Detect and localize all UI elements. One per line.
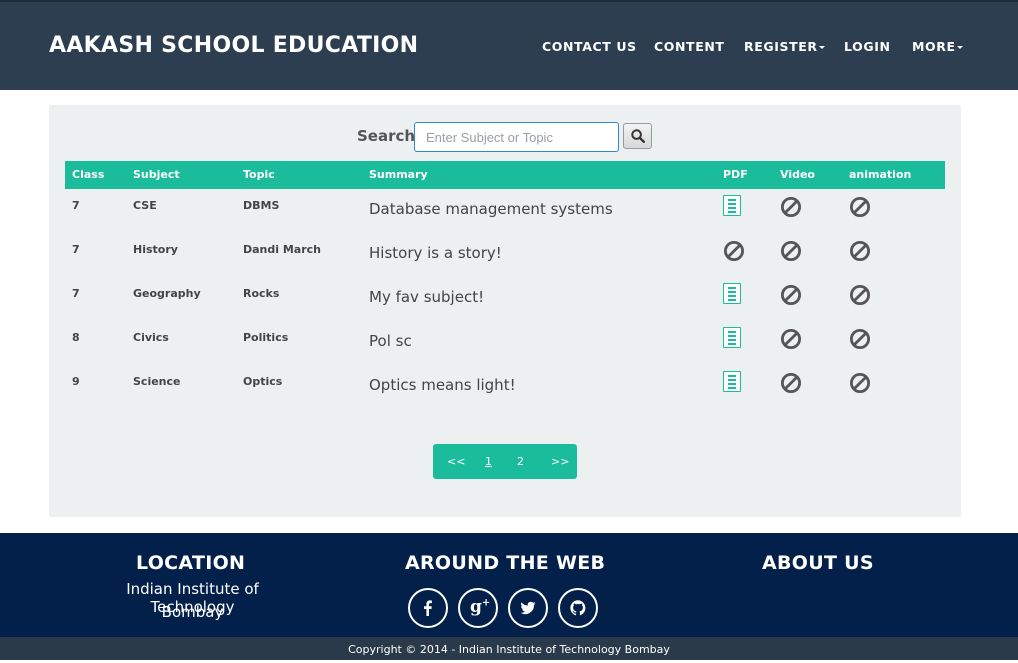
github-button[interactable]	[558, 588, 598, 628]
copyright: Copyright © 2014 - Indian Institute of T…	[0, 637, 1018, 660]
nav-register-label: REGISTER	[744, 39, 818, 54]
cell-summary: History is a story!	[369, 244, 502, 262]
nav-content[interactable]: CONTENT	[654, 39, 725, 54]
twitter-button[interactable]	[508, 588, 548, 628]
pdf-file-icon[interactable]	[723, 195, 745, 217]
page-1[interactable]: 1	[485, 455, 492, 468]
page-first[interactable]: <<	[447, 455, 465, 468]
pdf-file-icon[interactable]	[723, 327, 745, 349]
cell-class: 7	[72, 199, 80, 212]
search-icon	[631, 129, 645, 143]
cell-class: 7	[72, 243, 80, 256]
table-row: 9 Science Optics Optics means light!	[65, 365, 945, 409]
page-2[interactable]: 2	[517, 455, 524, 468]
cell-topic: DBMS	[243, 199, 280, 212]
around-the-web-title: AROUND THE WEB	[405, 552, 606, 574]
cell-class: 8	[72, 331, 80, 344]
nav-register-dropdown[interactable]: REGISTER	[744, 39, 825, 54]
cell-subject: History	[133, 243, 178, 256]
unavailable-icon	[780, 196, 802, 218]
table-row: 7 History Dandi March History is a story!	[65, 233, 945, 277]
col-topic: Topic	[243, 168, 275, 181]
twitter-icon	[520, 601, 536, 615]
cell-summary: Database management systems	[369, 200, 613, 218]
unavailable-icon	[780, 284, 802, 306]
nav-contact-us[interactable]: CONTACT US	[542, 39, 637, 54]
col-summary: Summary	[369, 168, 428, 181]
nav-login[interactable]: LOGIN	[844, 39, 891, 54]
cell-subject: Civics	[133, 331, 169, 344]
cell-topic: Politics	[243, 331, 289, 344]
col-class: Class	[72, 168, 105, 181]
table-row: 7 Geography Rocks My fav subject!	[65, 277, 945, 321]
location-title: LOCATION	[136, 552, 246, 574]
unavailable-icon	[780, 372, 802, 394]
unavailable-icon	[849, 372, 871, 394]
pdf-file-icon[interactable]	[723, 371, 745, 393]
nav-content-label: CONTENT	[654, 39, 725, 54]
nav-login-label: LOGIN	[844, 39, 891, 54]
location-line2: Bombay	[161, 603, 224, 621]
cell-subject: CSE	[133, 199, 157, 212]
nav-more-dropdown[interactable]: MORE	[912, 39, 963, 54]
cell-summary: My fav subject!	[369, 288, 485, 306]
table-header: Class Subject Topic Summary PDF Video an…	[65, 161, 945, 189]
unavailable-icon	[849, 328, 871, 350]
footer: LOCATION Indian Institute of Technology …	[0, 533, 1018, 637]
col-pdf: PDF	[723, 168, 748, 181]
cell-class: 9	[72, 375, 80, 388]
cell-topic: Dandi March	[243, 243, 322, 256]
cell-class: 7	[72, 287, 80, 300]
nav-contact-us-label: CONTACT US	[542, 39, 637, 54]
google-plus-button[interactable]: g+	[458, 588, 498, 628]
about-us-title[interactable]: ABOUT US	[762, 552, 874, 574]
unavailable-icon	[849, 240, 871, 262]
navbar: AAKASH SCHOOL EDUCATION CONTACT US CONTE…	[0, 0, 1018, 90]
facebook-button[interactable]	[408, 588, 448, 628]
nav-more-label: MORE	[912, 39, 956, 54]
pdf-file-icon[interactable]	[723, 283, 745, 305]
search-button[interactable]	[623, 123, 652, 149]
table-row: 7 CSE DBMS Database management systems	[65, 189, 945, 233]
cell-topic: Optics	[243, 375, 283, 388]
pagination: << 1 2 >>	[433, 444, 577, 479]
cell-summary: Optics means light!	[369, 376, 516, 394]
facebook-icon	[424, 600, 432, 616]
unavailable-icon	[849, 284, 871, 306]
cell-subject: Geography	[133, 287, 201, 300]
search-input[interactable]	[414, 122, 619, 152]
cell-topic: Rocks	[243, 287, 280, 300]
unavailable-icon	[723, 240, 745, 262]
search-label: Search:	[357, 127, 422, 145]
unavailable-icon	[849, 196, 871, 218]
content-panel: Search: Class Subject Topic Summary PDF …	[49, 105, 961, 517]
brand-title[interactable]: AAKASH SCHOOL EDUCATION	[49, 33, 418, 58]
cell-subject: Science	[133, 375, 181, 388]
caret-down-icon	[818, 46, 825, 49]
table-row: 8 Civics Politics Pol sc	[65, 321, 945, 365]
cell-summary: Pol sc	[369, 332, 412, 350]
github-icon	[570, 600, 586, 616]
unavailable-icon	[780, 328, 802, 350]
col-subject: Subject	[133, 168, 180, 181]
caret-down-icon	[956, 46, 963, 49]
col-video: Video	[780, 168, 815, 181]
unavailable-icon	[780, 240, 802, 262]
google-plus-icon: g+	[470, 597, 491, 617]
page-last[interactable]: >>	[551, 455, 569, 468]
col-animation: animation	[849, 168, 912, 181]
